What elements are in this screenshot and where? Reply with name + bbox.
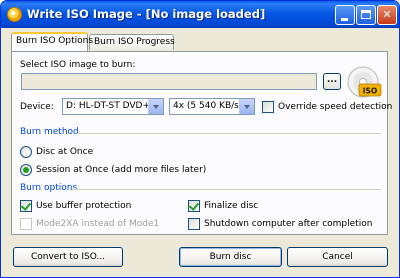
checkmark-icon bbox=[20, 200, 32, 211]
radio-selected-dot bbox=[23, 167, 29, 173]
iso-path-input[interactable] bbox=[21, 73, 317, 90]
session-at-once-radio[interactable] bbox=[20, 164, 32, 176]
checkmark-icon bbox=[188, 200, 200, 211]
cancel-button[interactable]: Cancel bbox=[287, 247, 388, 267]
close-icon: ✕ bbox=[382, 8, 392, 21]
iso-disc-logo: ISO bbox=[347, 66, 382, 98]
minimize-icon bbox=[341, 18, 348, 21]
mode2xa-checkbox bbox=[20, 218, 32, 230]
shutdown-label: Shutdown computer after completion bbox=[204, 219, 373, 229]
device-label: Device: bbox=[20, 102, 54, 112]
window-title: Write ISO Image - [No image loaded] bbox=[27, 7, 266, 21]
buffer-protection-label: Use buffer protection bbox=[36, 201, 132, 211]
finalize-disc-label: Finalize disc bbox=[204, 201, 259, 211]
tab-burn-iso-options[interactable]: Burn ISO Options bbox=[11, 32, 93, 51]
override-speed-checkbox[interactable] bbox=[262, 101, 274, 113]
chevron-down-icon[interactable] bbox=[148, 99, 163, 114]
mode2xa-label: Mode2XA instead of Mode1 bbox=[36, 219, 160, 229]
burn-method-divider bbox=[77, 133, 381, 134]
speed-dropdown-value: 4x (5 540 KB/s) bbox=[173, 101, 243, 111]
finalize-disc-checkbox[interactable] bbox=[188, 200, 200, 212]
chevron-down-icon[interactable] bbox=[239, 99, 254, 114]
convert-to-iso-button[interactable]: Convert to ISO... bbox=[13, 247, 123, 267]
minimize-button[interactable] bbox=[335, 5, 355, 25]
shutdown-checkbox[interactable] bbox=[188, 218, 200, 230]
session-at-once-label: Session at Once (add more files later) bbox=[36, 165, 207, 175]
maximize-icon bbox=[361, 10, 371, 19]
speed-dropdown[interactable]: 4x (5 540 KB/s) bbox=[169, 98, 255, 115]
disc-at-once-label: Disc at Once bbox=[36, 147, 94, 157]
disc-app-icon bbox=[7, 7, 22, 22]
burn-method-title: Burn method bbox=[20, 127, 79, 137]
disc-at-once-radio[interactable] bbox=[20, 146, 32, 158]
browse-button[interactable]: ... bbox=[323, 73, 341, 90]
burn-options-divider bbox=[72, 189, 381, 190]
buffer-protection-checkbox[interactable] bbox=[20, 200, 32, 212]
close-button[interactable]: ✕ bbox=[377, 5, 397, 25]
select-image-label: Select ISO image to burn: bbox=[20, 60, 136, 70]
maximize-button[interactable] bbox=[356, 5, 376, 25]
burn-options-title: Burn options bbox=[20, 183, 78, 193]
override-speed-label: Override speed detection bbox=[278, 102, 393, 112]
device-dropdown[interactable]: D: HL-DT-ST DVD+-R' bbox=[62, 98, 164, 115]
burn-disc-button[interactable]: Burn disc bbox=[179, 247, 282, 267]
title-bar[interactable]: Write ISO Image - [No image loaded] ✕ bbox=[1, 1, 399, 28]
write-iso-window: Write ISO Image - [No image loaded] ✕ Bu… bbox=[0, 0, 400, 278]
tab-burn-iso-progress[interactable]: Burn ISO Progress bbox=[89, 34, 175, 50]
iso-logo-text: ISO bbox=[363, 87, 378, 96]
